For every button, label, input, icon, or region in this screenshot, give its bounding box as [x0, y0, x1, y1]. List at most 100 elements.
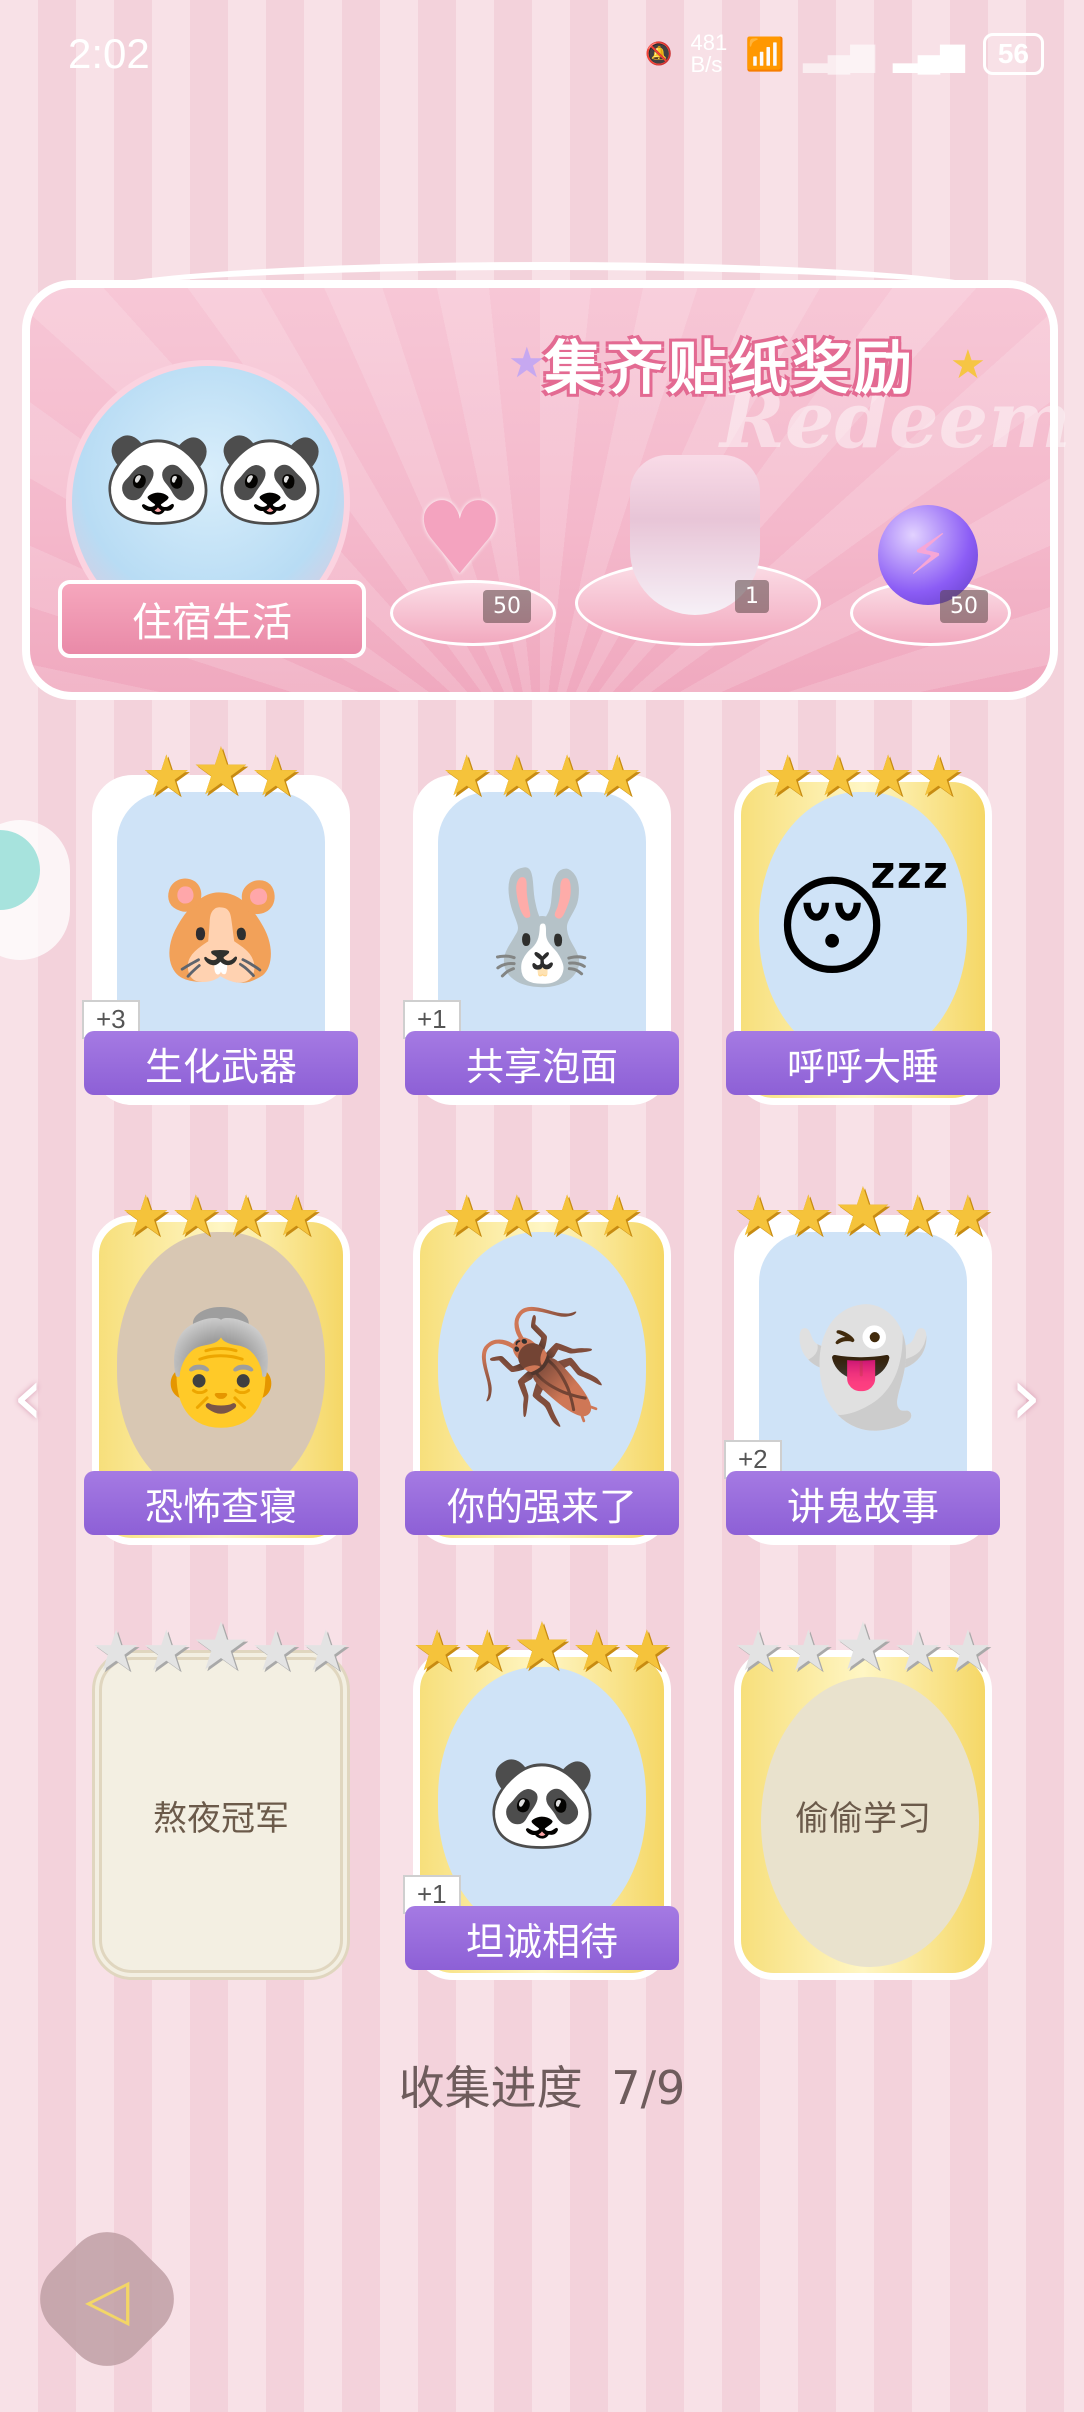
progress-label: 收集进度	[398, 2061, 583, 2115]
sticker-card[interactable]: 👵 ★ ★ ★ ★ 恐怖查寝	[84, 1185, 358, 1545]
sticker-card[interactable]: 🪳 ★ ★ ★ ★ 你的强来了	[405, 1185, 679, 1545]
star-icon: ★	[141, 1619, 192, 1684]
star-rating: ★ ★ ★ ★ ★	[733, 1179, 993, 1249]
locked-sticker-card[interactable]: 熬夜冠军 ★ ★ ★ ★ ★	[91, 1614, 351, 1980]
star-icon: ★	[762, 744, 813, 809]
star-icon: ★	[141, 744, 192, 809]
star-icon: ★	[783, 1619, 834, 1684]
locked-sticker-name: 偷偷学习	[795, 1798, 931, 1839]
star-icon: ★	[170, 1184, 221, 1249]
sticker-label: 讲鬼故事	[726, 1471, 1000, 1535]
banner-title: 集齐贴纸奖励	[543, 334, 916, 402]
sticker-card[interactable]: 👻 ★ ★ ★ ★ ★ +2 讲鬼故事	[724, 1179, 1000, 1545]
sticker-card[interactable]: 🐹 ★ ★ ★ +3 生化武器	[82, 739, 358, 1105]
sticker-label: 恐怖查寝	[84, 1471, 358, 1535]
bunny-noodles-sticker-art: 🐰	[438, 792, 646, 1062]
star-icon: ★	[542, 744, 593, 809]
panda-bath-sticker-art: 🐼	[438, 1667, 646, 1937]
star-icon: ★	[250, 1619, 301, 1684]
reward-energy-orb[interactable]: ⚡ 50	[850, 500, 1011, 646]
capybara-sticker-art: 🐹	[117, 792, 325, 1062]
back-arrow-icon: ◁	[84, 2264, 130, 2333]
progress-value: 7/9	[611, 2061, 686, 2115]
star-icon: ★	[491, 1184, 542, 1249]
star-icon: ★	[863, 744, 914, 809]
star-icon: ★	[892, 1619, 943, 1684]
panda-icon: 🐼🐼	[102, 426, 327, 531]
star-icon: ★	[592, 744, 643, 809]
star-icon: ★	[592, 1184, 643, 1249]
star-icon: ★	[300, 1619, 351, 1684]
sleeping-boy-sticker-art: 😴	[759, 792, 967, 1062]
star-rating: ★ ★ ★ ★ ★	[412, 1614, 672, 1684]
next-page-arrow-icon[interactable]: ›	[1010, 1350, 1042, 1443]
sticker-frame: 偷偷学习	[734, 1650, 992, 1980]
star-icon: ★	[271, 1184, 322, 1249]
star-icon: ★	[191, 1608, 251, 1685]
locked-sticker-name: 熬夜冠军	[153, 1798, 289, 1839]
star-rating: ★ ★ ★ ★	[413, 1185, 671, 1245]
prev-page-arrow-icon[interactable]: ‹	[12, 1350, 44, 1443]
star-rating: ★ ★ ★ ★ ★	[91, 1614, 351, 1684]
sticker-label: 生化武器	[84, 1031, 358, 1095]
star-icon: ★	[441, 744, 492, 809]
locked-sticker-card[interactable]: 偷偷学习 ★ ★ ★ ★ ★	[733, 1614, 993, 1980]
signal-icon-2: ▂▄▆	[892, 36, 965, 72]
wifi-icon: 📶	[745, 36, 786, 72]
net-speed: 481 B/s	[691, 32, 728, 76]
back-button[interactable]: ◁	[23, 2215, 191, 2383]
star-icon: ★	[913, 744, 964, 809]
reward-heart-gem[interactable]: ♥ 50	[385, 480, 556, 646]
pink-heart-gem-icon: ♥	[415, 480, 505, 597]
star-rating: ★ ★ ★ ★	[413, 745, 671, 805]
star-icon: ★	[462, 1619, 513, 1684]
star-rating: ★ ★ ★ ★ ★	[733, 1614, 993, 1684]
star-icon: ★	[733, 1184, 784, 1249]
star-rating: ★ ★ ★ ★	[734, 745, 992, 805]
reward-count: 50	[483, 590, 531, 623]
reward-count: 50	[940, 590, 988, 623]
star-icon: ★	[91, 1619, 142, 1684]
sticker-label: 坦诚相待	[405, 1906, 679, 1970]
dorm-auntie-sticker-art: 👵	[117, 1232, 325, 1502]
signal-icon: ▂▄▆	[803, 36, 875, 72]
sticker-card[interactable]: 🐼 ★ ★ ★ ★ ★ +1 坦诚相待	[403, 1614, 679, 1980]
collection-progress: 收集进度 7/9	[0, 2052, 1084, 2118]
sticker-label: 共享泡面	[405, 1031, 679, 1095]
ghost-boy-sticker-art: 👻	[759, 1232, 967, 1502]
star-rating: ★ ★ ★	[92, 739, 350, 809]
cockroach-sticker-art: 🪳	[438, 1232, 646, 1502]
star-icon: ★	[221, 1184, 272, 1249]
net-speed-value: 481	[690, 30, 728, 55]
star-icon: ★	[733, 1619, 784, 1684]
star-icon: ★	[892, 1184, 943, 1249]
mute-icon: 🔕	[645, 41, 673, 66]
star-icon: ★	[571, 1619, 622, 1684]
star-icon: ★	[942, 1619, 993, 1684]
star-rating: ★ ★ ★ ★	[92, 1185, 350, 1245]
sticker-card[interactable]: 😴 ★ ★ ★ ★ 呼呼大睡	[726, 745, 1000, 1105]
star-icon: ★	[191, 733, 251, 810]
star-icon: ★	[441, 1184, 492, 1249]
net-speed-unit: B/s	[690, 52, 723, 77]
sticker-frame: 熬夜冠军	[92, 1650, 350, 1980]
collection-name: 住宿生活	[58, 580, 366, 658]
star-icon: ★	[250, 744, 301, 809]
star-icon: ★	[833, 1173, 893, 1250]
star-icon: ★	[120, 1184, 171, 1249]
star-icon: ★	[812, 744, 863, 809]
star-icon: ★	[512, 1608, 572, 1685]
star-icon: ★	[833, 1608, 893, 1685]
star-icon: ★	[491, 744, 542, 809]
star-icon: ★	[412, 1619, 463, 1684]
status-icons: 🔕 481 B/s 📶 ▂▄▆ ▂▄▆ 56	[645, 32, 1044, 76]
reward-dress[interactable]: 1	[575, 455, 821, 655]
star-icon: ★	[942, 1184, 993, 1249]
status-bar: 2:02 🔕 481 B/s 📶 ▂▄▆ ▂▄▆ 56	[0, 0, 1084, 110]
battery-indicator: 56	[982, 33, 1044, 75]
sticker-card[interactable]: 🐰 ★ ★ ★ ★ +1 共享泡面	[403, 745, 679, 1105]
star-icon: ★	[621, 1619, 672, 1684]
star-icon: ★	[783, 1184, 834, 1249]
sticker-label: 你的强来了	[405, 1471, 679, 1535]
sticker-label: 呼呼大睡	[726, 1031, 1000, 1095]
